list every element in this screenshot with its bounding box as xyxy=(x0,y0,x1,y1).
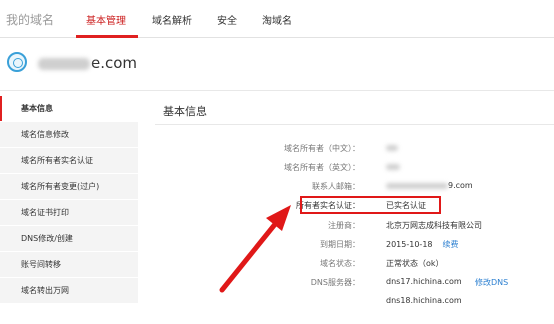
value-owner-cn xyxy=(386,143,398,152)
domain-name-suffix: e.com xyxy=(91,54,138,72)
top-navigation: 我的域名 基本管理 域名解析 安全 淘域名 xyxy=(0,0,554,38)
renew-link[interactable]: 续费 xyxy=(443,240,459,249)
globe-icon xyxy=(7,52,27,72)
redacted-text xyxy=(386,144,398,151)
value-domain-status: 正常状态（ok） xyxy=(386,259,444,268)
expiry-date: 2015-10-18 xyxy=(386,240,433,249)
brand-title[interactable]: 我的域名 xyxy=(6,11,54,28)
sidebar-item-info-edit[interactable]: 域名信息修改 xyxy=(0,122,138,147)
label-registrar: 注册商： xyxy=(328,221,360,230)
redacted-text xyxy=(386,163,400,170)
modify-dns-link[interactable]: 修改DNS xyxy=(475,277,508,288)
redacted-text xyxy=(38,57,90,70)
value-owner-en xyxy=(386,162,400,171)
domain-header: e.com xyxy=(0,38,554,90)
content-title: 基本信息 xyxy=(163,105,207,118)
header-divider xyxy=(0,90,554,91)
sidebar-item-dns-edit[interactable]: DNS修改/创建 xyxy=(0,226,138,251)
label-dns-servers: DNS服务器： xyxy=(310,278,360,287)
tab-domain-market[interactable]: 淘域名 xyxy=(262,12,292,27)
sidebar-item-certificate-print[interactable]: 域名证书打印 xyxy=(0,200,138,225)
value-registrar: 北京万网志成科技有限公司 xyxy=(386,221,482,230)
sidebar-item-owner-transfer[interactable]: 域名所有者变更(过户) xyxy=(0,174,138,199)
value-contact-email: 9.com xyxy=(386,181,473,190)
annotation-highlight-box xyxy=(300,196,441,214)
label-expiry-date: 到期日期： xyxy=(320,240,360,249)
email-suffix: 9.com xyxy=(448,181,473,190)
sidebar: 基本信息 域名信息修改 域名所有者实名认证 域名所有者变更(过户) 域名证书打印… xyxy=(0,96,138,304)
value-dns-server-1: dns17.hichina.com xyxy=(386,277,462,286)
sidebar-item-transfer-out[interactable]: 域名转出万网 xyxy=(0,278,138,303)
label-contact-email: 联系人邮箱： xyxy=(312,182,360,191)
domain-name: e.com xyxy=(38,54,137,72)
sidebar-item-account-transfer[interactable]: 账号间转移 xyxy=(0,252,138,277)
label-owner-en: 域名所有者（英文）： xyxy=(284,163,360,172)
tab-security[interactable]: 安全 xyxy=(217,12,237,27)
label-owner-cn: 域名所有者（中文）： xyxy=(284,144,360,153)
sidebar-item-basic-info[interactable]: 基本信息 xyxy=(0,96,138,121)
value-dns-server-2: dns18.hichina.com xyxy=(386,296,462,305)
redacted-text xyxy=(386,182,448,189)
content-divider xyxy=(155,124,554,125)
value-expiry-date: 2015-10-18 续费 xyxy=(386,239,459,250)
tab-dns-resolution[interactable]: 域名解析 xyxy=(152,12,192,27)
tab-basic-management[interactable]: 基本管理 xyxy=(86,12,126,27)
label-domain-status: 域名状态： xyxy=(320,259,360,268)
sidebar-item-owner-verification[interactable]: 域名所有者实名认证 xyxy=(0,148,138,173)
